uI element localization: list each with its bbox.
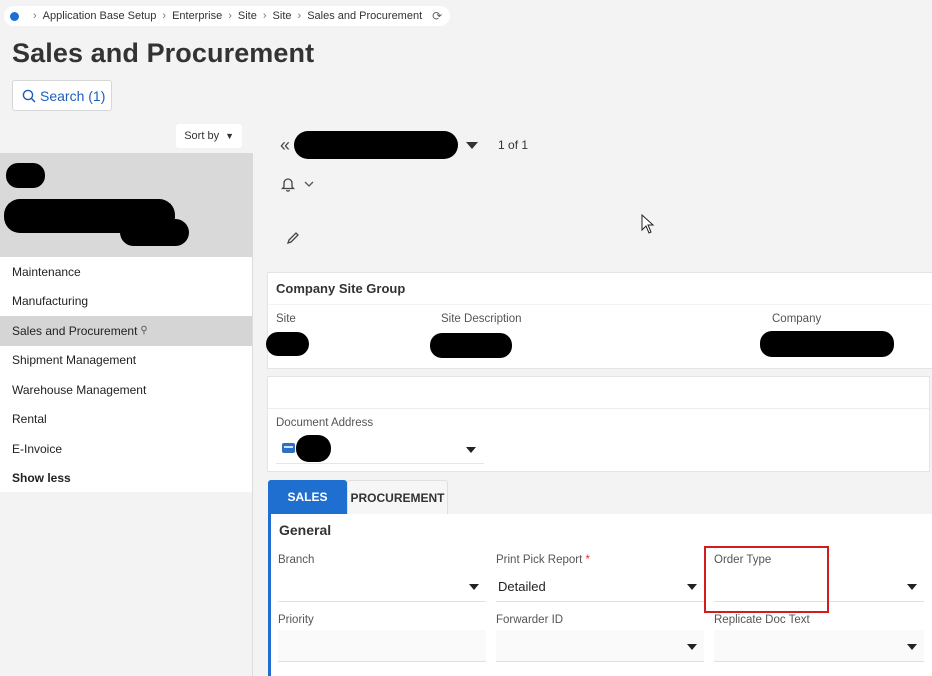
nav-item-label: Sales and Procurement xyxy=(12,323,138,338)
nav-item-label: Rental xyxy=(12,412,47,427)
redacted-record-name-tail xyxy=(120,219,189,246)
mouse-pointer-icon xyxy=(641,214,655,234)
branch-select[interactable] xyxy=(278,570,486,602)
caret-down-icon[interactable] xyxy=(687,584,697,590)
record-navigator: « 1 of 1 xyxy=(280,131,528,159)
chevron-right-icon: › xyxy=(33,10,37,22)
tab-bar: SALES PROCUREMENT xyxy=(268,480,448,514)
print-pick-report-label-text: Print Pick Report xyxy=(496,554,583,566)
site-description-label: Site Description xyxy=(441,313,522,325)
priority-input[interactable] xyxy=(278,630,486,662)
nav-item-label: Warehouse Management xyxy=(12,382,147,397)
nav-item-e-invoice[interactable]: E-Invoice xyxy=(0,434,252,464)
breadcrumb-item-site[interactable]: Site xyxy=(238,10,257,22)
list-empty-area xyxy=(0,492,252,676)
caret-down-icon: ▼ xyxy=(225,131,234,141)
tab-label: SALES xyxy=(287,490,328,504)
caret-down-icon[interactable] xyxy=(469,584,479,590)
section-nav-list: Maintenance Manufacturing Sales and Proc… xyxy=(0,257,252,493)
pencil-icon xyxy=(286,232,299,245)
search-icon xyxy=(22,89,36,103)
site-label: Site xyxy=(276,313,296,325)
first-record-icon[interactable]: « xyxy=(280,135,290,156)
sort-by-label: Sort by xyxy=(184,130,220,142)
nav-item-manufacturing[interactable]: Manufacturing xyxy=(0,287,252,317)
chevron-right-icon: › xyxy=(297,10,302,22)
notification-button[interactable] xyxy=(281,176,314,192)
nav-item-label: E-Invoice xyxy=(12,441,63,456)
selected-record-card[interactable] xyxy=(0,153,253,257)
document-address-label: Document Address xyxy=(276,417,374,429)
document-address-select[interactable] xyxy=(276,434,484,464)
divider xyxy=(268,408,929,409)
tab-sales[interactable]: SALES xyxy=(268,480,347,514)
show-less-link[interactable]: Show less xyxy=(0,464,252,494)
redacted-company-value[interactable] xyxy=(760,331,894,357)
caret-down-icon[interactable] xyxy=(466,141,479,149)
chevron-right-icon: › xyxy=(228,10,232,22)
record-count: 1 of 1 xyxy=(498,138,529,152)
edit-button[interactable] xyxy=(286,231,300,250)
redacted-address-value xyxy=(296,435,331,462)
caret-down-icon[interactable] xyxy=(907,584,917,590)
print-pick-report-value: Detailed xyxy=(498,579,546,594)
record-selector[interactable] xyxy=(294,131,459,159)
general-section-title: General xyxy=(279,522,332,538)
address-card-icon xyxy=(282,443,295,453)
document-address-card: Document Address xyxy=(268,377,929,471)
tab-label: PROCUREMENT xyxy=(350,490,445,505)
card-title: Company Site Group xyxy=(276,281,406,296)
refresh-icon[interactable]: ⟳ xyxy=(432,9,442,23)
home-dot-icon[interactable] xyxy=(10,11,19,21)
divider xyxy=(268,304,932,305)
nav-item-warehouse-management[interactable]: Warehouse Management xyxy=(0,375,252,405)
nav-item-shipment-management[interactable]: Shipment Management xyxy=(0,346,252,376)
required-asterisk: * xyxy=(585,554,590,566)
chevron-right-icon: › xyxy=(262,10,267,22)
search-button-label: Search (1) xyxy=(40,87,106,104)
company-site-group-card: Company Site Group Site Site Description… xyxy=(266,273,932,368)
company-label: Company xyxy=(772,313,822,325)
sales-tab-panel: General Branch Print Pick Report * Detai… xyxy=(268,514,932,676)
replicate-doc-text-label: Replicate Doc Text xyxy=(714,614,810,626)
record-list-panel: Sort by ▼ Maintenance Manufacturing Sale… xyxy=(0,120,253,676)
nav-item-label: Shipment Management xyxy=(12,353,137,368)
priority-label: Priority xyxy=(278,614,314,626)
tab-procurement[interactable]: PROCUREMENT xyxy=(347,480,448,514)
forwarder-id-label: Forwarder ID xyxy=(496,614,564,626)
print-pick-report-select[interactable]: Detailed xyxy=(496,570,704,602)
breadcrumb-item-sales-and-procurement: Sales and Procurement xyxy=(307,10,423,22)
replicate-doc-text-select[interactable] xyxy=(714,630,924,662)
branch-label: Branch xyxy=(278,554,315,566)
nav-item-label: Maintenance xyxy=(12,264,81,279)
forwarder-id-select[interactable] xyxy=(496,630,704,662)
show-less-label: Show less xyxy=(12,471,71,486)
breadcrumb: › Application Base Setup › Enterprise › … xyxy=(4,6,451,26)
chevron-right-icon: › xyxy=(162,10,167,22)
breadcrumb-item-enterprise[interactable]: Enterprise xyxy=(172,10,222,22)
bell-icon xyxy=(281,178,295,192)
print-pick-report-label: Print Pick Report * xyxy=(496,554,590,566)
redacted-record-id xyxy=(6,163,45,188)
redacted-site-value[interactable] xyxy=(266,332,309,356)
nav-item-maintenance[interactable]: Maintenance xyxy=(0,257,252,287)
nav-item-rental[interactable]: Rental xyxy=(0,405,252,435)
sort-by-button[interactable]: Sort by ▼ xyxy=(176,124,242,148)
redacted-site-description xyxy=(430,333,512,358)
caret-down-icon[interactable] xyxy=(687,644,697,650)
breadcrumb-item-site-2[interactable]: Site xyxy=(273,10,292,22)
pin-icon[interactable]: ⚲ xyxy=(140,325,147,336)
chevron-down-icon xyxy=(304,181,314,187)
nav-item-label: Manufacturing xyxy=(12,294,89,309)
breadcrumb-item-application-base-setup[interactable]: Application Base Setup xyxy=(43,10,157,22)
page-title: Sales and Procurement xyxy=(12,38,315,68)
search-button[interactable]: Search (1) xyxy=(12,80,112,111)
highlight-box xyxy=(704,546,829,613)
caret-down-icon[interactable] xyxy=(466,447,476,453)
caret-down-icon[interactable] xyxy=(907,644,917,650)
nav-item-sales-and-procurement[interactable]: Sales and Procurement ⚲ xyxy=(0,316,252,346)
